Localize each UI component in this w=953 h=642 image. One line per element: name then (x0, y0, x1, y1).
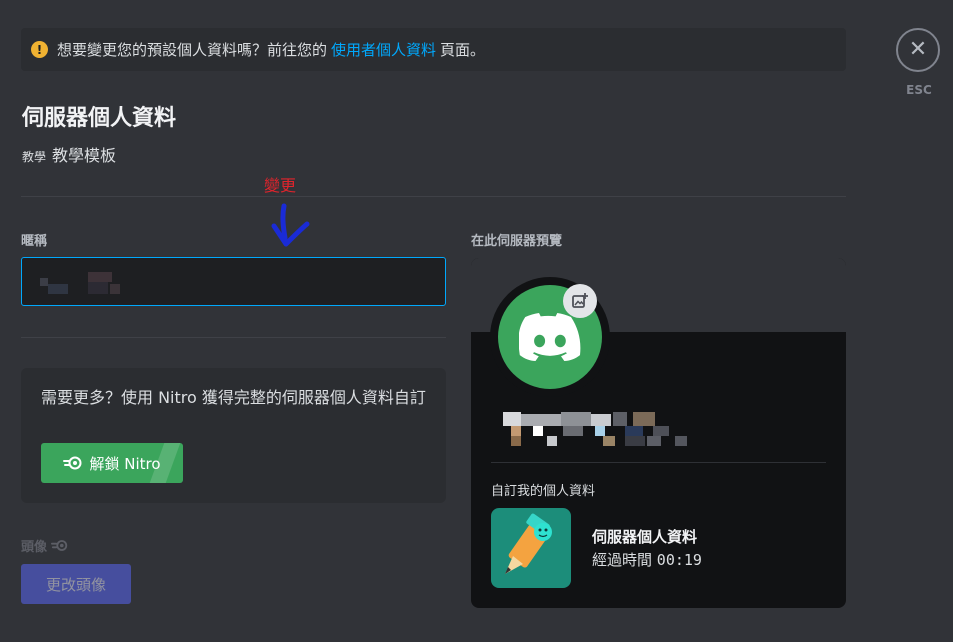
nitro-upsell-text: 需要更多？使用 Nitro 獲得完整的伺服器個人資料自訂 (41, 388, 426, 407)
page-title: 伺服器個人資料 (22, 106, 177, 131)
header-divider (21, 196, 846, 197)
nitro-upsell: 需要更多？使用 Nitro 獲得完整的伺服器個人資料自訂 解鎖 Nitro (21, 368, 446, 503)
activity-elapsed: 經過時間 00:19 (592, 549, 702, 570)
unlock-nitro-button[interactable]: 解鎖 Nitro (41, 443, 183, 483)
add-image-button[interactable] (563, 284, 597, 318)
pencil-icon (505, 513, 552, 574)
redacted-nickname (36, 270, 126, 294)
activity-image (491, 508, 571, 588)
avatar-label-text: 頭像 (21, 540, 48, 555)
activity-title: 伺服器個人資料 (592, 528, 698, 546)
server-tag: 教學 (22, 150, 47, 164)
warning-icon: ! (31, 41, 48, 58)
add-image-icon (572, 293, 588, 308)
discord-logo-icon (519, 313, 581, 361)
redacted-username (503, 412, 693, 448)
notice-text: 想要變更您的預設個人資料嗎？前往您的 (57, 41, 328, 59)
nickname-label: 暱稱 (21, 234, 48, 249)
nickname-input[interactable] (21, 257, 446, 306)
server-name: 教學模板 (52, 146, 117, 165)
profile-notice: ! 想要變更您的預設個人資料嗎？前往您的 使用者個人資料 頁面。 (21, 28, 846, 71)
profile-preview-card: 自訂我的個人資料 伺服器個人資料 經過時間 00:19 (471, 258, 846, 608)
user-profile-link[interactable]: 使用者個人資料 (331, 39, 436, 60)
change-avatar-button[interactable]: 更改頭像 (21, 564, 131, 604)
close-icon: ✕ (908, 37, 928, 62)
server-selector[interactable]: 教學 教學模板 (22, 142, 116, 166)
close-button[interactable]: ✕ (896, 28, 940, 72)
avatar-section-label: 頭像 (21, 536, 69, 555)
unlock-nitro-label: 解鎖 Nitro (89, 454, 161, 473)
elapsed-label: 經過時間 (592, 551, 653, 569)
elapsed-time: 00:19 (656, 551, 702, 569)
annotation-arrow (271, 203, 310, 247)
esc-label: ESC (906, 83, 932, 97)
preview-label: 在此伺服器預覽 (471, 234, 563, 249)
customize-profile-label: 自訂我的個人資料 (491, 484, 596, 499)
nitro-icon (63, 456, 82, 470)
card-divider (491, 462, 826, 463)
notice-text-end: 頁面。 (440, 41, 486, 59)
annotation-label: 變更 (264, 176, 297, 195)
nitro-icon (51, 540, 68, 551)
nickname-divider (21, 337, 446, 338)
